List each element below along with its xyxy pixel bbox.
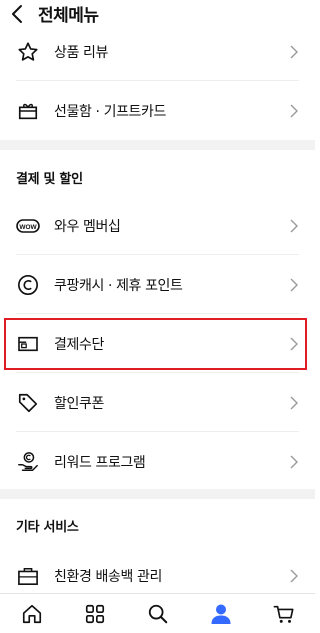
nav-category[interactable] [75, 594, 115, 633]
chevron-right-icon [289, 394, 299, 412]
category-grid-icon [84, 603, 106, 625]
bottom-nav [0, 593, 315, 633]
chevron-right-icon [289, 102, 299, 120]
menu-item-discount-coupon[interactable]: 할인쿠폰 [0, 373, 315, 432]
cart-icon [272, 603, 296, 625]
section-separator [0, 140, 315, 150]
chevron-right-icon [289, 276, 299, 294]
section-title-other: 기타 서비스 [16, 520, 79, 535]
menu-item-label: 쿠팡캐시 · 제휴 포인트 [54, 277, 183, 294]
wow-badge-icon: WOW [16, 214, 40, 238]
search-icon [147, 603, 169, 625]
chevron-right-icon [289, 453, 299, 471]
menu-item-reward-program[interactable]: 리워드 프로그램 [0, 432, 315, 491]
coupon-tag-icon [16, 391, 40, 415]
selection-highlight [4, 318, 307, 370]
chevron-left-icon [11, 4, 23, 24]
menu-item-gift-box[interactable]: 선물함 · 기프트카드 [0, 81, 315, 140]
star-outline-icon [16, 40, 40, 64]
section-title-payment: 결제 및 할인 [16, 172, 83, 187]
all-menu-screen: 전체메뉴 상품 리뷰 선물함 · 기프트카드 결제 및 할인 WOW 와우 멤버… [0, 0, 315, 633]
nav-my[interactable] [201, 594, 241, 633]
chevron-right-icon [289, 567, 299, 585]
chevron-right-icon [289, 217, 299, 235]
nav-search[interactable] [138, 594, 178, 633]
menu-item-coupang-cash[interactable]: 쿠팡캐시 · 제휴 포인트 [0, 255, 315, 314]
svg-text:WOW: WOW [19, 224, 37, 231]
nav-home[interactable] [12, 594, 52, 633]
menu-item-label: 할인쿠폰 [54, 395, 104, 412]
gift-box-icon [16, 99, 40, 123]
menu-item-label: 선물함 · 기프트카드 [54, 103, 166, 120]
nav-cart[interactable] [264, 594, 304, 633]
menu-item-wow-membership[interactable]: WOW 와우 멤버십 [0, 196, 315, 255]
section-separator [0, 489, 315, 499]
menu-item-label: 친환경 배송백 관리 [54, 568, 162, 585]
chevron-right-icon [289, 43, 299, 61]
coupang-cash-icon [16, 273, 40, 297]
delivery-bag-icon [16, 564, 40, 588]
reward-hand-icon [16, 450, 40, 474]
home-icon [21, 603, 43, 625]
menu-item-label: 리워드 프로그램 [54, 454, 146, 471]
menu-item-label: 상품 리뷰 [54, 44, 108, 61]
menu-item-label: 와우 멤버십 [54, 218, 121, 235]
menu-item-product-review[interactable]: 상품 리뷰 [0, 22, 315, 81]
person-icon [209, 602, 233, 626]
